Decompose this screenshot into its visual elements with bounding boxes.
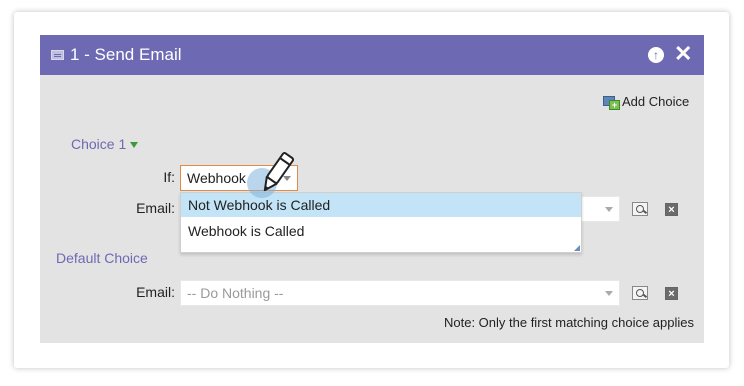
search-icon[interactable] xyxy=(632,202,648,216)
chevron-down-icon xyxy=(605,291,613,296)
default-email-select[interactable]: -- Do Nothing -- xyxy=(180,280,620,306)
pencil-cursor-icon xyxy=(247,152,295,198)
add-choice-icon: + xyxy=(603,94,620,110)
dialog-title: 1 - Send Email xyxy=(70,45,182,64)
flow-step-panel: 1 - Send Email ↑ ✕ + Add Choice Choice 1… xyxy=(40,35,704,343)
chevron-down-icon xyxy=(605,207,613,212)
resize-handle-icon[interactable] xyxy=(574,245,580,251)
email-card-icon xyxy=(51,50,64,60)
if-condition-value: Webhook xyxy=(187,170,246,186)
triangle-down-icon[interactable] xyxy=(130,142,139,149)
default-email-label: Email: xyxy=(136,284,175,300)
choice-1-email-label: Email: xyxy=(136,200,175,216)
add-choice-button[interactable]: + Add Choice xyxy=(603,91,689,111)
add-choice-label: Add Choice xyxy=(622,93,690,109)
arrow-up-circle-icon[interactable]: ↑ xyxy=(648,47,664,63)
search-icon[interactable] xyxy=(632,286,648,300)
dropdown-option-not-webhook-called[interactable]: Not Webhook is Called xyxy=(181,193,581,217)
remove-icon[interactable]: × xyxy=(665,287,678,300)
title-bar: 1 - Send Email ↑ ✕ xyxy=(40,35,704,75)
if-label: If: xyxy=(163,169,175,185)
dropdown-option-webhook-called[interactable]: Webhook is Called xyxy=(181,219,581,243)
default-email-value: -- Do Nothing -- xyxy=(187,285,284,301)
choice-1-heading[interactable]: Choice 1 xyxy=(71,136,139,152)
choice-1-label: Choice 1 xyxy=(71,136,127,152)
matching-choice-note: Note: Only the first matching choice app… xyxy=(443,315,694,330)
condition-dropdown-list: Not Webhook is Called Webhook is Called xyxy=(180,192,582,253)
close-icon[interactable]: ✕ xyxy=(674,43,692,65)
default-choice-heading: Default Choice xyxy=(56,250,148,266)
remove-icon[interactable]: × xyxy=(665,203,678,216)
